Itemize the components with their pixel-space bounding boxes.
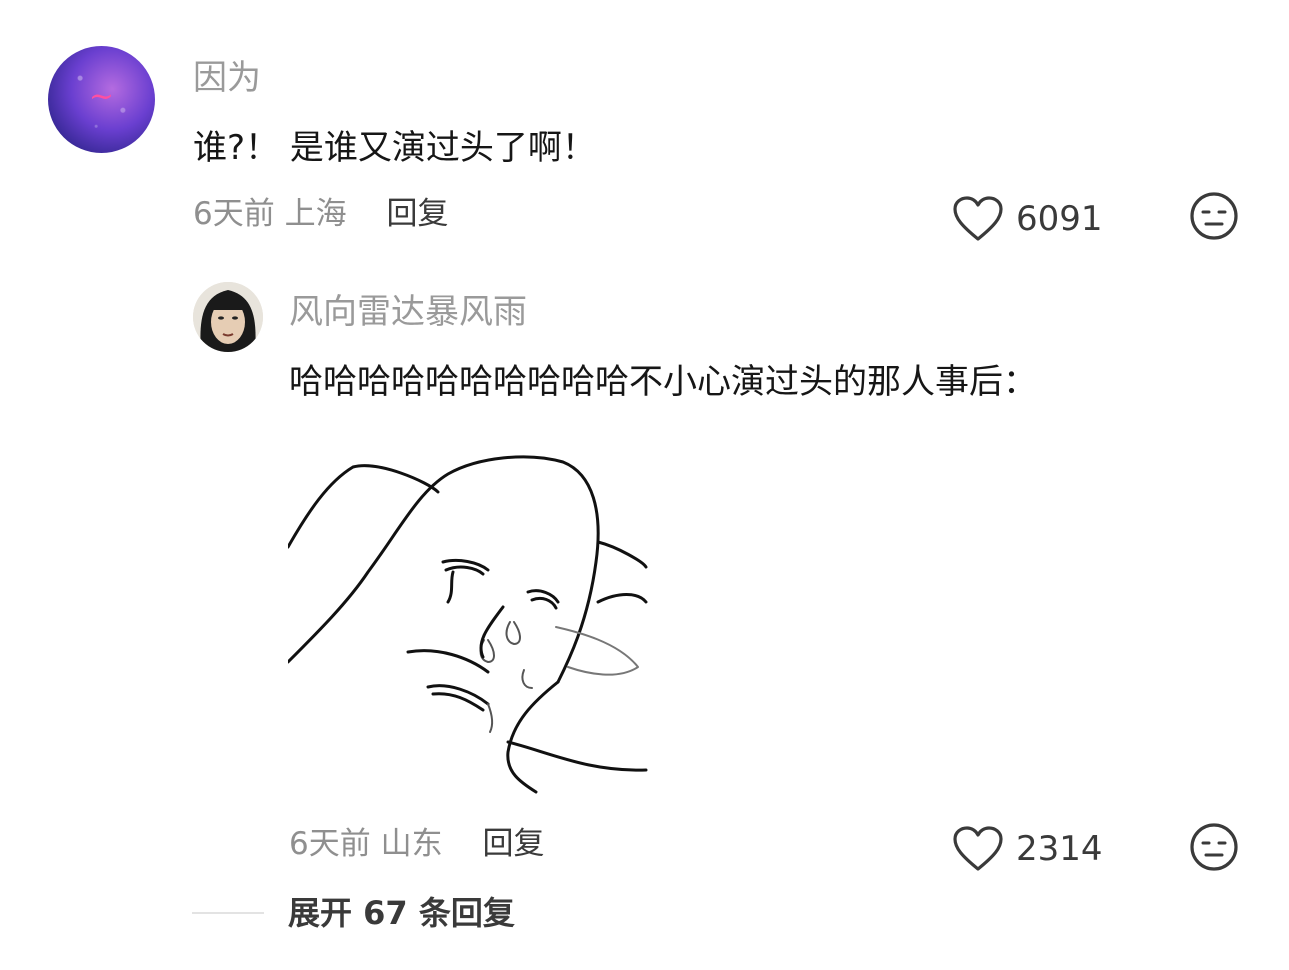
heart-icon	[952, 196, 1004, 242]
like-button[interactable]: 6091	[952, 196, 1103, 242]
avatar[interactable]	[193, 282, 263, 352]
neutral-face-icon[interactable]	[1189, 191, 1239, 241]
avatar[interactable]: ~	[48, 46, 155, 153]
comment-username[interactable]: 因为	[193, 58, 261, 98]
reply-button[interactable]: 回复	[386, 196, 448, 232]
like-count: 6091	[1016, 199, 1103, 239]
avatar-logo: ~	[88, 79, 115, 114]
meme-image[interactable]	[286, 452, 648, 797]
comment-meta: 6天前 上海 回复	[193, 194, 448, 234]
reply-meta: 6天前 山东 回复	[289, 824, 544, 864]
heart-icon	[952, 826, 1004, 872]
reply-username[interactable]: 风向雷达暴风雨	[289, 292, 527, 332]
reply-text: 哈哈哈哈哈哈哈哈哈哈不小心演过头的那人事后：	[289, 362, 1037, 402]
like-count: 2314	[1016, 829, 1103, 869]
expand-replies-button[interactable]: 展开 67 条回复	[288, 893, 515, 933]
neutral-face-icon[interactable]	[1189, 822, 1239, 872]
comment-text: 谁?！ 是谁又演过头了啊！	[193, 128, 596, 168]
reply-location: 山东	[380, 826, 443, 862]
expand-divider	[192, 912, 264, 914]
reply-time: 6天前	[289, 826, 371, 862]
like-button[interactable]: 2314	[952, 826, 1103, 872]
comment-time: 6天前	[193, 196, 275, 232]
reply-button[interactable]: 回复	[482, 826, 544, 862]
comment-location: 上海	[284, 196, 347, 232]
